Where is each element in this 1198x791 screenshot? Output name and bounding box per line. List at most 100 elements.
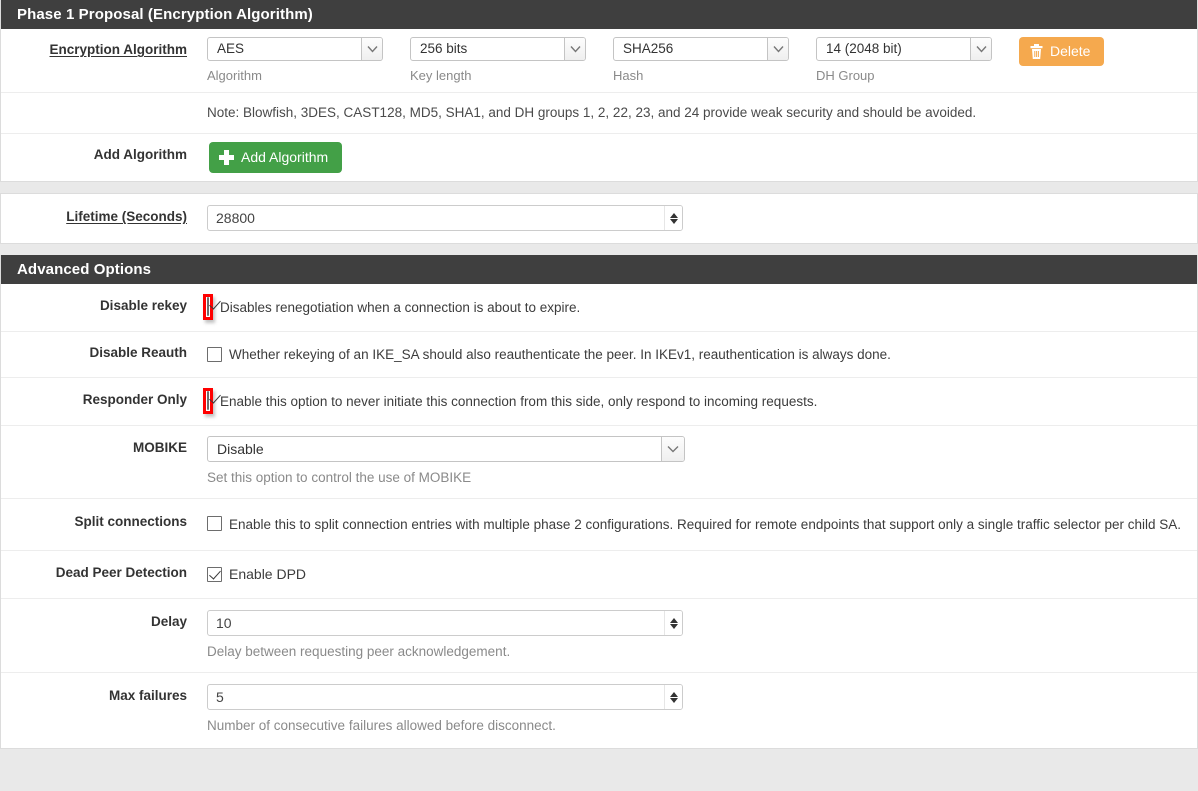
enable-dpd-label: Enable DPD (229, 566, 307, 582)
plus-icon (219, 150, 234, 165)
dead-peer-detection-cell: Enable DPD (197, 551, 1197, 598)
disable-rekey-checkbox[interactable] (207, 297, 209, 316)
delete-group: Delete (1019, 37, 1105, 66)
panel-gap-1 (0, 182, 1198, 193)
lifetime-label: Lifetime (Seconds) (66, 209, 187, 224)
encryption-algorithm-row: Encryption Algorithm AES Algorithm 256 b… (1, 29, 1197, 93)
mobike-row: MOBIKE Disable Set this option to contro… (1, 426, 1197, 499)
dh-group-select[interactable]: 14 (2048 bit) (816, 37, 992, 61)
key-length-select-value: 256 bits (420, 41, 468, 56)
mobike-select[interactable]: Disable (207, 436, 685, 462)
max-failures-input[interactable]: 5 (207, 684, 683, 710)
lifetime-input-value: 28800 (216, 210, 255, 226)
weak-security-note: Note: Blowfish, 3DES, CAST128, MD5, SHA1… (207, 105, 977, 120)
lifetime-input[interactable]: 28800 (207, 205, 683, 231)
lifetime-row: Lifetime (Seconds) 28800 (1, 194, 1197, 243)
stepper-up-icon[interactable] (669, 691, 678, 697)
delay-help-text: Delay between requesting peer acknowledg… (207, 644, 511, 659)
disable-rekey-label: Disable rekey (99, 298, 187, 313)
chevron-down-icon[interactable] (767, 38, 788, 60)
responder-only-annotation-box (203, 388, 213, 414)
delete-button-label: Delete (1050, 43, 1091, 59)
note-cell: Note: Blowfish, 3DES, CAST128, MD5, SHA1… (197, 93, 1197, 133)
dead-peer-detection-label: Dead Peer Detection (55, 565, 187, 580)
delay-stepper[interactable] (664, 611, 682, 635)
stepper-up-icon[interactable] (669, 212, 678, 218)
max-failures-help-text: Number of consecutive failures allowed b… (207, 718, 556, 733)
stepper-down-icon[interactable] (669, 218, 678, 224)
split-connections-row: Split connections Enable this to split c… (1, 499, 1197, 551)
chevron-down-icon[interactable] (970, 38, 991, 60)
delay-input[interactable]: 10 (207, 610, 683, 636)
dh-group-select-value: 14 (2048 bit) (826, 41, 902, 56)
disable-reauth-cell: Whether rekeying of an IKE_SA should als… (197, 332, 1197, 377)
add-algorithm-button-label: Add Algorithm (241, 149, 329, 165)
phase1-panel-title: Phase 1 Proposal (Encryption Algorithm) (1, 0, 1197, 29)
key-length-select[interactable]: 256 bits (410, 37, 586, 61)
algorithm-caption: Algorithm (207, 68, 262, 83)
enable-dpd-checkbox[interactable] (207, 567, 222, 582)
phase1-proposal-panel: Phase 1 Proposal (Encryption Algorithm) … (0, 0, 1198, 182)
disable-reauth-label-cell: Disable Reauth (1, 332, 197, 360)
stepper-up-icon[interactable] (669, 617, 678, 623)
chevron-down-icon[interactable] (661, 437, 684, 461)
disable-rekey-label-cell: Disable rekey (1, 284, 197, 313)
add-algorithm-label: Add Algorithm (93, 147, 187, 162)
max-failures-input-value: 5 (216, 689, 224, 705)
delete-button[interactable]: Delete (1019, 37, 1105, 66)
disable-rekey-row: Disable rekey Disables renegotiation whe… (1, 284, 1197, 332)
dh-group-caption: DH Group (816, 68, 875, 83)
hash-select[interactable]: SHA256 (613, 37, 789, 61)
disable-rekey-cell: Disables renegotiation when a connection… (197, 284, 1197, 331)
responder-only-row: Responder Only Enable this option to nev… (1, 378, 1197, 426)
disable-reauth-checkbox[interactable] (207, 347, 222, 362)
mobike-help-text: Set this option to control the use of MO… (207, 470, 472, 485)
disable-rekey-annotation-box (203, 294, 213, 320)
chevron-down-icon[interactable] (361, 38, 382, 60)
split-connections-checkbox[interactable] (207, 516, 222, 531)
dead-peer-detection-label-cell: Dead Peer Detection (1, 551, 197, 580)
disable-rekey-description: Disables renegotiation when a connection… (220, 300, 581, 315)
encryption-algorithm-label: Encryption Algorithm (49, 42, 188, 57)
mobike-select-value: Disable (217, 441, 264, 457)
split-connections-description: Enable this to split connection entries … (229, 517, 1182, 532)
hash-group: SHA256 Hash (613, 37, 789, 84)
delay-label: Delay (150, 614, 187, 629)
delay-row: Delay 10 Delay between requesting peer a… (1, 599, 1197, 673)
encryption-algorithm-fields: AES Algorithm 256 bits Key length SHA256… (197, 29, 1197, 92)
pfsense-ipsec-phase1-page: Phase 1 Proposal (Encryption Algorithm) … (0, 0, 1198, 791)
algorithm-select[interactable]: AES (207, 37, 383, 61)
panel-gap-2 (0, 244, 1198, 255)
add-algorithm-cell: Add Algorithm (197, 134, 1197, 181)
chevron-down-icon[interactable] (564, 38, 585, 60)
add-algorithm-button[interactable]: Add Algorithm (209, 142, 343, 173)
lifetime-label-cell: Lifetime (Seconds) (1, 194, 197, 224)
responder-only-checkbox[interactable] (207, 391, 209, 410)
split-connections-label-cell: Split connections (1, 499, 197, 529)
lifetime-cell: 28800 (197, 194, 1197, 243)
add-algorithm-row: Add Algorithm Add Algorithm (1, 134, 1197, 181)
stepper-down-icon[interactable] (669, 697, 678, 703)
hash-caption: Hash (613, 68, 644, 83)
page-bottom-gap (0, 749, 1198, 761)
trash-icon (1030, 44, 1043, 59)
add-algorithm-label-cell: Add Algorithm (1, 134, 197, 162)
split-connections-label: Split connections (74, 514, 187, 529)
hash-select-value: SHA256 (623, 41, 674, 56)
weak-security-note-row: Note: Blowfish, 3DES, CAST128, MD5, SHA1… (1, 93, 1197, 134)
mobike-label: MOBIKE (133, 440, 187, 455)
max-failures-label-cell: Max failures (1, 673, 197, 703)
mobike-label-cell: MOBIKE (1, 426, 197, 455)
phase1-panel-body: Encryption Algorithm AES Algorithm 256 b… (1, 29, 1197, 181)
max-failures-label: Max failures (108, 688, 187, 703)
max-failures-stepper[interactable] (664, 685, 682, 709)
disable-reauth-description: Whether rekeying of an IKE_SA should als… (229, 347, 891, 362)
stepper-down-icon[interactable] (669, 623, 678, 629)
note-label-spacer (1, 93, 197, 106)
responder-only-description: Enable this option to never initiate thi… (220, 394, 818, 409)
delay-input-value: 10 (216, 615, 232, 631)
mobike-cell: Disable Set this option to control the u… (197, 426, 1197, 498)
lifetime-stepper[interactable] (664, 206, 682, 230)
split-connections-cell: Enable this to split connection entries … (197, 499, 1197, 550)
encryption-algorithm-label-cell: Encryption Algorithm (1, 29, 197, 57)
